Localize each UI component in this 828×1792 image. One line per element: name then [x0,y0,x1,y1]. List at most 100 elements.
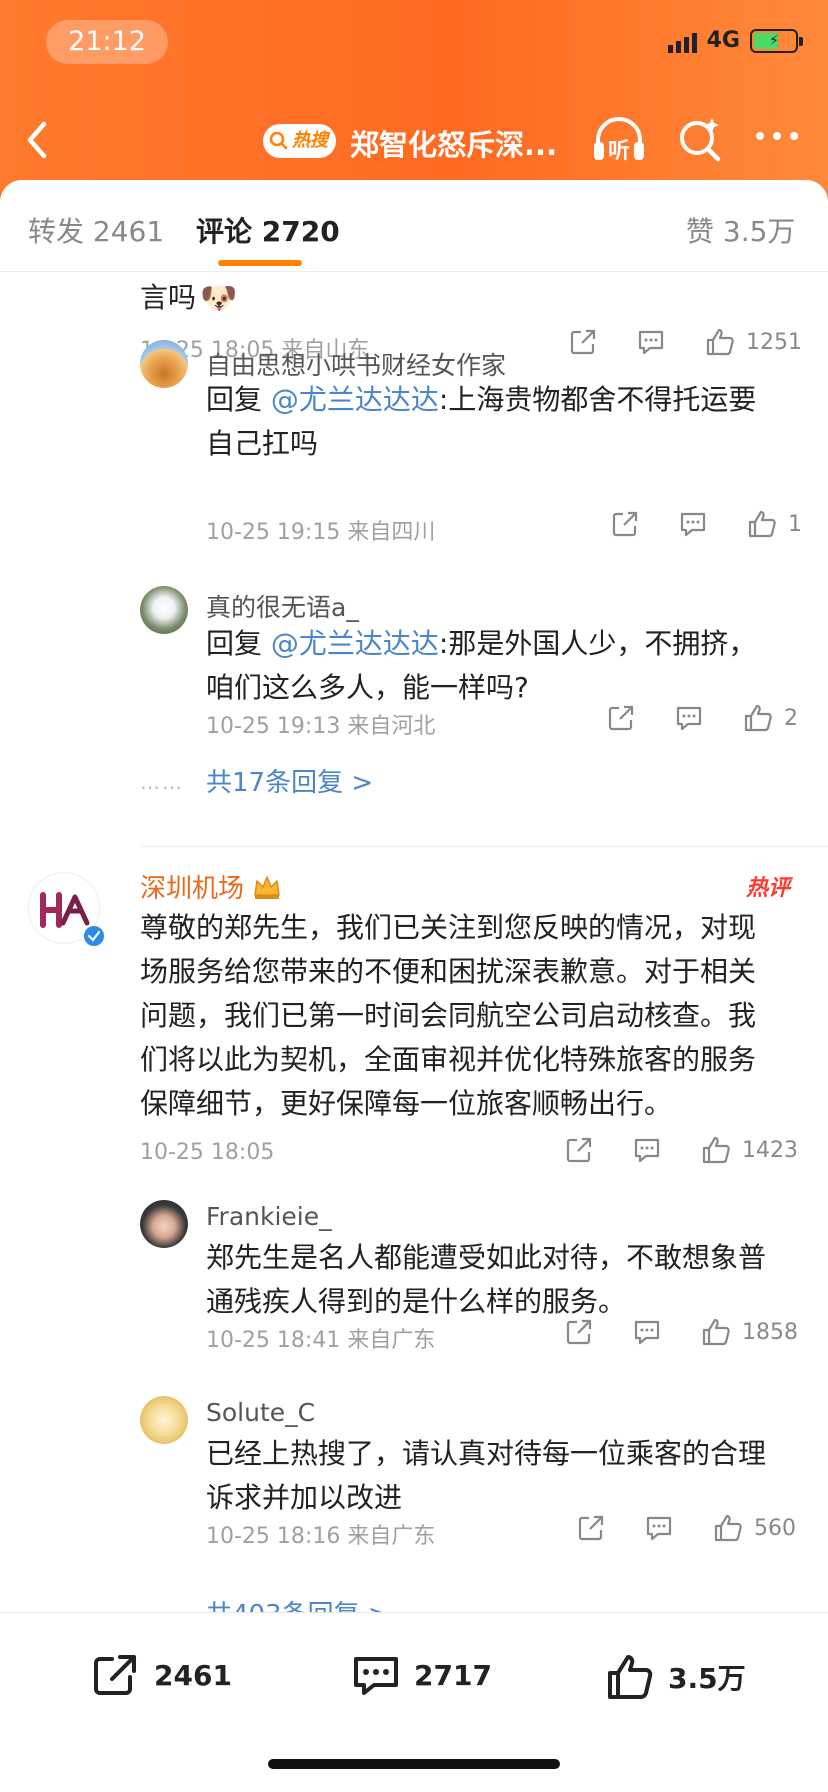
reply-text: 已经上热搜了，请认真对待每一位乘客的合理 诉求并加以改进 [206,1437,767,1514]
comment-actions: 1423 [564,1134,798,1166]
comment-meta: 10-25 18:05 [140,1140,275,1165]
like-count: 1251 [746,329,802,355]
crown-icon [254,875,280,899]
share-button[interactable] [576,1513,606,1543]
share-button[interactable] [568,327,598,357]
like-count: 1858 [742,1319,798,1345]
comment-button[interactable]: 2717 [350,1651,492,1699]
thumb-up-icon [702,1136,730,1164]
reply-username[interactable]: Frankieie_ [206,1202,332,1231]
reply-username[interactable]: 真的很无语a_ [206,588,359,624]
comment-icon [634,1138,660,1163]
hot-comment-tag: 热评 [746,876,791,901]
page-title[interactable]: 郑智化怒斥深... [350,122,557,164]
divider [140,846,828,847]
listen-button[interactable]: 听 [590,112,648,170]
more-button[interactable] [754,126,800,150]
repost-icon [94,1655,136,1695]
repost-count: 2461 [154,1658,232,1692]
like-count: 2 [784,705,798,731]
comment-actions: 1251 [568,326,802,358]
home-indicator [268,1759,560,1769]
header-bar: 21:12 4G ⚡ 热搜 郑智化怒斥深... 听 [0,0,828,200]
share-button[interactable] [606,703,636,733]
back-arrow-icon[interactable] [22,116,52,164]
status-icons: 4G ⚡ [667,28,803,53]
network-label: 4G [706,28,740,53]
tab-comments[interactable]: 评论 2720 [196,210,340,250]
verified-badge-icon [82,924,106,948]
thumb-up-icon [714,1514,742,1542]
share-icon [570,329,596,355]
like-button[interactable]: 1858 [700,1316,798,1348]
thumb-up-icon [748,510,776,538]
thumb-up-icon [702,1318,730,1346]
comment-bubble-icon [354,1657,398,1695]
comment-text: 言吗 🐶 [140,280,238,316]
thumb-up-icon [608,1655,653,1699]
tab-bar: 转发 2461 评论 2720 赞 3.5万 [0,180,828,272]
reply-button[interactable] [632,1135,662,1165]
search-button[interactable] [676,112,724,170]
mention-link[interactable]: @尤兰达达达 [271,627,439,660]
reply-button[interactable] [636,327,666,357]
reply-actions: 1 [610,508,802,540]
like-count: 1423 [742,1137,798,1163]
like-button[interactable]: 1 [746,508,802,540]
share-icon [566,1319,592,1345]
reply-meta: 10-25 18:16 来自广东 [206,1524,436,1549]
more-replies-link[interactable]: 共17条回复 > [206,762,373,799]
search-sparkle-icon [680,118,721,162]
headphones-icon: 听 [594,117,644,164]
tab-repost[interactable]: 转发 2461 [28,210,164,250]
comment-username[interactable]: 深圳机场 [140,868,244,905]
signal-icon [667,29,697,53]
comment-list: 言吗 🐶 10-25 18:05 来自山东 1251 自由思想小哄书财经女作家 … [0,272,828,1612]
mention-link[interactable]: @尤兰达达达 [271,383,439,416]
avatar[interactable] [140,586,188,634]
reply-button[interactable] [632,1317,662,1347]
reply-button[interactable] [674,703,704,733]
reply-button[interactable] [644,1513,674,1543]
comment-header: 深圳机场 [140,868,282,905]
reply-actions: 1858 [564,1316,798,1348]
reply-text: 回复 @尤兰达达达:那是外国人少，不拥挤， 咱们这么多人，能一样吗? [206,627,757,704]
more-replies-link[interactable]: 共403条回复 > [206,1594,390,1612]
like-button[interactable]: 560 [712,1512,796,1544]
like-count: 1 [788,511,802,537]
like-total-button[interactable]: 3.5万 [604,1651,746,1703]
reply-text: 郑先生是名人都能遭受如此对待，不敢想象普 通残疾人得到的是什么样的服务。 [206,1241,767,1318]
reply-meta: 10-25 19:15 来自四川 [206,520,436,545]
share-button[interactable] [564,1135,594,1165]
comment-text: 尊敬的郑先生，我们已关注到您反映的情况，对现 场服务给您带来的不便和困扰深表歉意… [140,911,757,1120]
reply-meta: 10-25 18:41 来自广东 [206,1328,436,1353]
comment-count: 2717 [414,1658,492,1692]
reply-meta: 10-25 19:13 来自河北 [206,714,436,739]
reply-username[interactable]: 自由思想小哄书财经女作家 [206,346,506,382]
like-button[interactable]: 1423 [700,1134,798,1166]
like-total-count: 3.5万 [668,1662,746,1695]
comment-icon [646,1516,672,1541]
share-icon [608,705,634,731]
share-icon [566,1137,592,1163]
tab-likes[interactable]: 赞 3.5万 [686,210,795,250]
reply-username[interactable]: Solute_C [206,1398,315,1427]
like-button[interactable]: 1251 [704,326,802,358]
avatar[interactable] [140,1200,188,1248]
hot-search-badge[interactable]: 热搜 [263,124,336,158]
svg-text:听: 听 [608,139,630,164]
share-button[interactable] [610,509,640,539]
reply-actions: 560 [576,1512,796,1544]
share-icon [578,1515,604,1541]
share-button[interactable] [564,1317,594,1347]
doge-emoji: 🐶 [200,280,238,316]
like-button[interactable]: 2 [742,702,798,734]
share-icon [612,511,638,537]
repost-button[interactable]: 2461 [90,1651,232,1699]
reply-button[interactable] [678,509,708,539]
avatar[interactable] [140,1396,188,1444]
comment-icon [634,1320,660,1345]
bottom-action-bar: 2461 2717 3.5万 [0,1612,828,1792]
avatar[interactable] [140,340,188,388]
thumb-up-icon [744,704,772,732]
